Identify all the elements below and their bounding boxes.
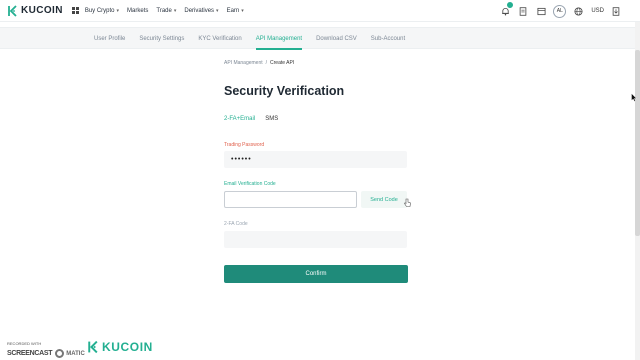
trading-password-label: Trading Password [224, 142, 265, 148]
orders-icon[interactable] [517, 5, 529, 17]
main-nav: Buy Crypto ▾ Markets Trade ▾ Derivatives… [85, 8, 252, 14]
chevron-down-icon: ▾ [116, 7, 120, 14]
page-scrollbar[interactable] [635, 22, 640, 360]
nav-earn[interactable]: Earn ▾ [227, 8, 244, 14]
breadcrumb-separator: / [265, 60, 268, 66]
kucoin-watermark-icon [88, 340, 98, 354]
confirm-button[interactable]: Confirm [224, 265, 408, 283]
send-code-button[interactable]: Send Code [361, 191, 407, 208]
download-icon[interactable] [610, 5, 622, 17]
kucoin-watermark-text: KUCOIN [102, 340, 153, 354]
verification-method-tabs: 2-FA+Email SMS [224, 116, 288, 122]
tab-sub-account[interactable]: Sub-Account [371, 28, 405, 50]
scrollbar-thumb[interactable] [635, 50, 640, 236]
trading-password-input[interactable]: •••••• [224, 151, 407, 168]
avatar[interactable]: AL [553, 4, 567, 18]
breadcrumb: API Management / Create API [224, 60, 294, 66]
nav-buy-crypto-label: Buy Crypto [84, 7, 115, 14]
2fa-code-label: 2-FA Code [224, 221, 248, 227]
nav-earn-label: Earn [226, 7, 240, 14]
globe-icon[interactable] [572, 5, 584, 17]
breadcrumb-current: Create API [270, 60, 295, 66]
kucoin-watermark: KUCOIN [86, 340, 153, 354]
hand-cursor-icon [404, 198, 411, 207]
notification-badge [507, 2, 514, 8]
nav-buy-crypto[interactable]: Buy Crypto ▾ [85, 8, 119, 14]
header-actions: AL USD [493, 0, 622, 22]
record-icon [55, 349, 65, 358]
account-subnav: User Profile Security Settings KYC Verif… [0, 27, 640, 50]
tab-2fa-email[interactable]: 2-FA+Email [224, 116, 255, 122]
2fa-code-input[interactable] [224, 231, 407, 248]
breadcrumb-parent[interactable]: API Management [224, 60, 263, 66]
recorded-with-watermark: RECORDED WITH [7, 341, 42, 346]
tab-api-management[interactable]: API Management [255, 28, 303, 50]
nav-markets[interactable]: Markets [127, 8, 148, 14]
currency-selector[interactable]: USD [591, 8, 604, 14]
top-navbar: KUCOIN Buy Crypto ▾ Markets Trade ▾ Deri… [0, 0, 640, 22]
nav-trade[interactable]: Trade ▾ [156, 8, 176, 14]
chevron-down-icon: ▾ [216, 7, 219, 14]
assets-icon[interactable] [535, 5, 547, 17]
matic-text: MATIC [66, 350, 85, 357]
apps-grid-icon[interactable] [71, 7, 79, 14]
tab-security-settings[interactable]: Security Settings [139, 28, 184, 50]
email-code-label: Email Verification Code [224, 181, 276, 187]
nav-derivatives-label: Derivatives [184, 7, 215, 14]
mouse-pointer-icon [631, 93, 637, 102]
kucoin-logo[interactable]: KUCOIN [6, 4, 63, 17]
chevron-down-icon: ▾ [241, 7, 244, 14]
notification-bell-icon[interactable] [499, 2, 514, 17]
kucoin-logo-icon [8, 4, 17, 17]
nav-markets-label: Markets [127, 7, 149, 14]
nav-trade-label: Trade [156, 7, 172, 14]
nav-derivatives[interactable]: Derivatives ▾ [184, 8, 218, 14]
tab-sms[interactable]: SMS [265, 116, 278, 122]
tab-kyc-verification[interactable]: KYC Verification [198, 28, 241, 50]
screencast-matic-watermark: SCREENCAST MATIC [7, 349, 85, 358]
screencast-text: SCREENCAST [7, 350, 53, 357]
logo-text: KUCOIN [21, 5, 63, 16]
tab-user-profile[interactable]: User Profile [94, 28, 125, 50]
page-title: Security Verification [224, 84, 345, 98]
chevron-down-icon: ▾ [173, 7, 177, 14]
email-code-input[interactable] [224, 191, 357, 208]
tab-download-csv[interactable]: Download CSV [316, 28, 357, 50]
